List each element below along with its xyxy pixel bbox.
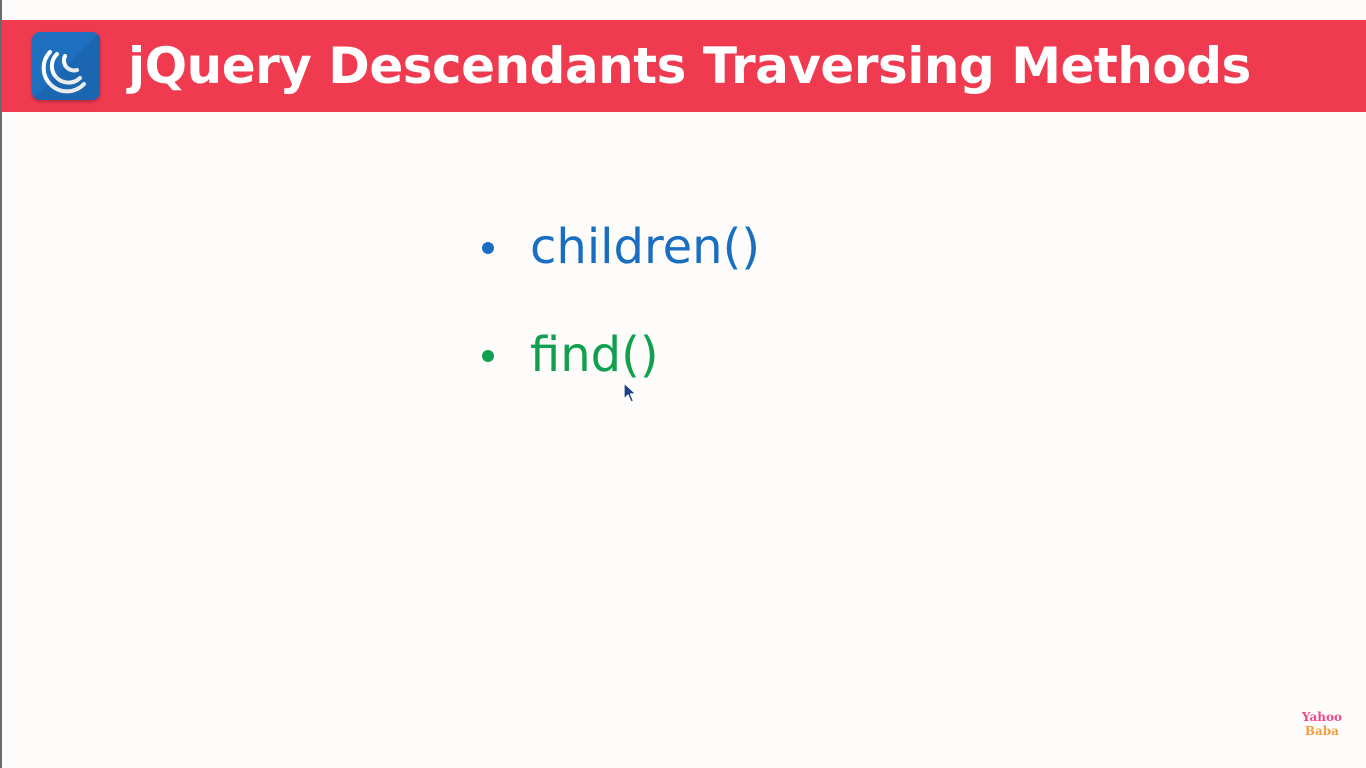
bullet-icon — [482, 350, 494, 362]
top-strip — [2, 0, 1366, 20]
watermark-logo: Yahoo Baba — [1302, 710, 1342, 738]
slide: jQuery Descendants Traversing Methods ch… — [0, 0, 1366, 768]
list-item-label: find() — [530, 327, 659, 383]
watermark-line2: Baba — [1304, 724, 1339, 738]
list-item-label: children() — [530, 219, 761, 275]
watermark-line1: Yahoo — [1301, 710, 1342, 724]
jquery-logo-icon — [32, 32, 100, 100]
title-bar: jQuery Descendants Traversing Methods — [2, 20, 1366, 112]
bullet-icon — [482, 242, 494, 254]
mouse-pointer-icon — [623, 382, 639, 404]
slide-title: jQuery Descendants Traversing Methods — [128, 37, 1251, 95]
